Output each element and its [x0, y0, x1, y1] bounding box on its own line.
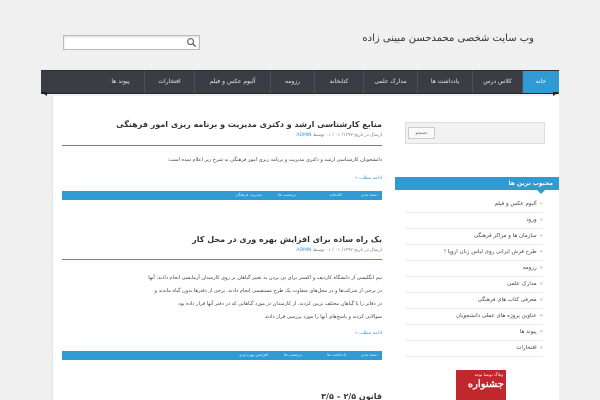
- nav-fold-left: [41, 92, 47, 96]
- post-date-label: ارسال در تاریخ: [354, 133, 382, 138]
- site-title[interactable]: وب سایت شخصی محمدحسن مبینی زاده: [362, 33, 534, 44]
- read-more-link[interactable]: ادامه مطلب »: [355, 331, 382, 336]
- popular-item-label: ورود: [526, 217, 537, 223]
- banner-title: جشنواره: [467, 379, 504, 390]
- widget-header: محبوب ترین ها: [395, 177, 559, 194]
- bullet-icon: »: [539, 233, 543, 239]
- nav-item-links[interactable]: پیوند ها: [97, 71, 144, 93]
- popular-item[interactable]: »معرفی کتاب های فرهنگی: [405, 292, 543, 309]
- popular-item[interactable]: »افتخارات: [405, 340, 543, 357]
- post-tag-link[interactable]: افزایش بهره وری: [239, 352, 268, 357]
- post: یک راه ساده برای افزایش بهره وری در محل …: [62, 235, 382, 360]
- popular-item[interactable]: »رزومه: [405, 260, 543, 277]
- post-footer-bar: دسته بندی برچسب ها کتابخانه مدیریت فرهنگ…: [62, 191, 382, 200]
- search-icon[interactable]: [186, 37, 197, 48]
- main-nav: خانه کلاس درس یادداشت ها مدارک علمی کتاب…: [41, 70, 559, 94]
- post-category-link[interactable]: یادداشت ها: [327, 352, 346, 357]
- post-text-line: تیم انگلیسی از دانشگاه کاردیف و اکستر بر…: [148, 275, 382, 281]
- post-tag-link[interactable]: مدیریت فرهنگی: [235, 192, 262, 197]
- bullet-icon: »: [539, 297, 543, 303]
- post-tags-label: برچسب ها: [278, 192, 296, 197]
- post-title[interactable]: یک راه ساده برای افزایش بهره وری در محل …: [192, 235, 382, 244]
- post-author[interactable]: ADMIN: [296, 133, 311, 138]
- post-meta: ارسال در تاریخ ۱۳۹۲/ ۰۱ / ۰۱ توسط ADMIN: [296, 248, 382, 253]
- post-tags-label: برچسب ها: [284, 352, 302, 357]
- festival-banner[interactable]: وبلاگ نویسا توجه جشنواره: [456, 370, 506, 400]
- post-excerpt: دانشجویان کارشناسی ارشد و دکتری مدیریت و…: [167, 157, 382, 163]
- post-category-label: دسته بندی: [360, 352, 378, 357]
- popular-item-label: معرفی کتاب های فرهنگی: [477, 297, 537, 303]
- popular-item[interactable]: »مدارک علمی: [405, 276, 543, 293]
- search-button[interactable]: جستجو: [408, 127, 435, 139]
- popular-item-label: سازمان ها و مراکز فرهنگی: [473, 233, 537, 239]
- post-meta: ارسال در تاریخ ۱۳۹۲/ ۰۱ / ۰۱ توسط ADMIN: [296, 133, 382, 138]
- post-title[interactable]: قانون ۲/۵ – ۳/۵: [321, 392, 382, 400]
- popular-item-label: رزومه: [522, 265, 537, 271]
- post-text-line: در دفاتر را با گیاهان مختلف تزیین کردند.…: [178, 301, 382, 307]
- post-author[interactable]: ADMIN: [296, 248, 311, 253]
- nav-divider: [144, 71, 145, 93]
- popular-item-label: طرح فرش ایرانی روی لباس زنان اروپا !: [443, 249, 537, 255]
- popular-item-label: عناوین پروژه های عملی دانشجویان: [456, 313, 537, 319]
- post: منابع کارشناسی ارشد و دکتری مدیریت و برن…: [62, 120, 382, 200]
- site-header: وب سایت شخصی محمدحسن مبینی زاده: [0, 0, 600, 70]
- nav-divider: [417, 71, 418, 93]
- post-text-line: در برخی از شرکت‌ها و در محل‌های متفاوت ی…: [154, 288, 382, 294]
- post-date: ۱۳۹۲/ ۰۱ / ۰۱: [324, 248, 353, 253]
- popular-item-label: افتخارات: [516, 345, 537, 351]
- popular-item-label: آلبوم عکس و فیلم: [494, 201, 537, 207]
- nav-divider: [522, 71, 523, 93]
- post-by-label: توسط: [312, 133, 325, 138]
- post-divider: [62, 259, 382, 260]
- nav-item-honors[interactable]: افتخارات: [145, 71, 194, 93]
- post-divider: [62, 145, 382, 146]
- post-date: ۱۳۹۲/ ۰۱ / ۰۱: [324, 133, 353, 138]
- popular-item[interactable]: »پیوند ها: [405, 324, 543, 341]
- popular-item[interactable]: »ورود: [405, 212, 543, 229]
- nav-item-degrees[interactable]: مدارک علمی: [364, 71, 417, 93]
- popular-item[interactable]: »آلبوم عکس و فیلم: [405, 196, 543, 213]
- post-title[interactable]: منابع کارشناسی ارشد و دکتری مدیریت و برن…: [116, 120, 382, 129]
- nav-item-home[interactable]: خانه: [523, 71, 559, 93]
- widget-title: محبوب ترین ها: [508, 180, 553, 187]
- nav-divider: [314, 71, 315, 93]
- nav-item-notes[interactable]: یادداشت ها: [418, 71, 472, 93]
- popular-item[interactable]: »عناوین پروژه های عملی دانشجویان: [405, 308, 543, 325]
- nav-item-library[interactable]: کتابخانه: [315, 71, 363, 93]
- post: قانون ۲/۵ – ۳/۵: [62, 392, 382, 400]
- popular-item[interactable]: »سازمان ها و مراکز فرهنگی: [405, 228, 543, 245]
- post-category-link[interactable]: کتابخانه: [329, 192, 342, 197]
- search-input[interactable]: [63, 35, 200, 50]
- nav-item-resume[interactable]: رزومه: [271, 71, 314, 93]
- banner-subtitle: وبلاگ نویسا توجه: [474, 372, 503, 377]
- post-category-label: دسته بندی: [360, 192, 378, 197]
- read-more-link[interactable]: ادامه مطلب »: [355, 176, 382, 181]
- post-by-label: توسط: [312, 248, 325, 253]
- sidebar-search: جستجو: [405, 122, 545, 144]
- bullet-icon: »: [539, 265, 543, 271]
- post-text-line: سوالاتی کردند و پاسخ‌های آنها را مورد بر…: [264, 314, 382, 320]
- widget-caret: [537, 190, 545, 194]
- nav-divider: [472, 71, 473, 93]
- post-date-label: ارسال در تاریخ: [354, 248, 382, 253]
- nav-divider: [270, 71, 271, 93]
- nav-item-classroom[interactable]: کلاس درس: [473, 71, 522, 93]
- bullet-icon: »: [539, 281, 543, 287]
- popular-item-label: پیوند ها: [519, 329, 537, 335]
- popular-item-label: مدارک علمی: [507, 281, 537, 287]
- nav-item-album[interactable]: آلبوم عکس و فیلم: [195, 71, 270, 93]
- bullet-icon: »: [539, 329, 543, 335]
- bullet-icon: »: [539, 201, 543, 207]
- bullet-icon: »: [539, 313, 543, 319]
- bullet-icon: »: [539, 217, 543, 223]
- bullet-icon: »: [539, 249, 543, 255]
- bullet-icon: »: [539, 345, 543, 351]
- post-footer-bar: دسته بندی یادداشت ها برچسب ها افزایش بهر…: [62, 351, 382, 360]
- nav-divider: [194, 71, 195, 93]
- nav-divider: [363, 71, 364, 93]
- popular-item[interactable]: »طرح فرش ایرانی روی لباس زنان اروپا !: [405, 244, 543, 261]
